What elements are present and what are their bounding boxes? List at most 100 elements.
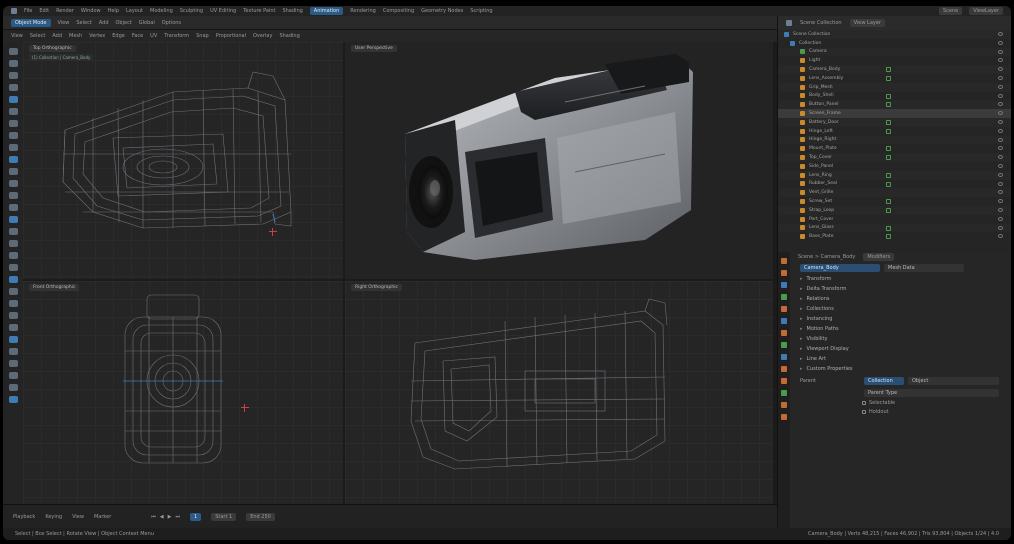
viewport-top-ortho[interactable]: Top Orthographic (1) Collection | Camera… — [23, 42, 343, 279]
parent-object-field[interactable]: Object — [908, 377, 999, 385]
current-frame-field[interactable]: 1 — [190, 512, 202, 521]
visibility-eye-icon[interactable] — [998, 216, 1003, 221]
visibility-eye-icon[interactable] — [998, 146, 1003, 151]
measure-icon[interactable] — [8, 132, 18, 139]
header-menu-item[interactable]: Options — [162, 20, 181, 26]
outliner-row[interactable]: Hinge_Left — [778, 127, 1011, 136]
visibility-eye-icon[interactable] — [998, 58, 1003, 63]
smooth-icon[interactable] — [8, 240, 18, 247]
properties-tab-label[interactable]: Modifiers — [863, 253, 895, 261]
visibility-eye-icon[interactable] — [998, 199, 1003, 204]
header-menu-item[interactable]: Select — [76, 20, 91, 26]
visibility-eye-icon[interactable] — [998, 137, 1003, 142]
visibility-eye-icon[interactable] — [998, 93, 1003, 98]
properties-section[interactable]: Line Art — [792, 354, 1007, 364]
outliner-row[interactable]: Mount_Plate — [778, 144, 1011, 153]
mode-menu-item[interactable]: Select — [30, 33, 45, 39]
outliner-row[interactable]: Hinge_Right — [778, 135, 1011, 145]
bevel-icon[interactable] — [8, 180, 18, 187]
pivot-icon[interactable] — [8, 360, 18, 367]
outliner-row[interactable]: Lens_Glass — [778, 223, 1011, 233]
menu-item[interactable]: Help — [108, 8, 119, 14]
outliner-row[interactable]: Collection — [778, 39, 1011, 48]
parent-type-field[interactable]: Parent Type — [864, 389, 999, 397]
menu-item[interactable]: UV Editing — [210, 8, 236, 14]
selectable-toggle[interactable]: Selectable — [792, 398, 1007, 407]
3d-cursor[interactable] — [269, 228, 277, 236]
menu-item[interactable]: Modeling — [150, 8, 173, 14]
outliner-row[interactable]: Button_Panel — [778, 100, 1011, 110]
outliner-row[interactable]: Body_Shell — [778, 92, 1011, 101]
snap-icon[interactable] — [8, 348, 18, 355]
mode-menu-item[interactable]: Edge — [112, 33, 125, 39]
header-menu-item[interactable]: Add — [99, 20, 109, 26]
data-tab-icon[interactable] — [781, 390, 787, 396]
outliner-row[interactable]: Screw_Set — [778, 197, 1011, 206]
properties-section[interactable]: Instancing — [792, 314, 1007, 324]
visibility-eye-icon[interactable] — [998, 163, 1003, 168]
3d-cursor[interactable] — [241, 404, 249, 412]
header-menu-item[interactable]: View — [58, 20, 70, 26]
light-icon[interactable] — [8, 384, 18, 391]
transform-icon[interactable] — [8, 108, 18, 115]
visibility-eye-icon[interactable] — [998, 84, 1003, 89]
shear-icon[interactable] — [8, 276, 18, 283]
view-layer-selector[interactable]: ViewLayer — [969, 7, 1003, 15]
object-data-field[interactable]: Mesh Data — [884, 264, 964, 272]
holdout-toggle[interactable]: Holdout — [792, 407, 1007, 416]
visibility-eye-icon[interactable] — [998, 75, 1003, 80]
menu-item[interactable]: Animation — [309, 7, 344, 15]
visibility-eye-icon[interactable] — [998, 155, 1003, 160]
cursor-icon[interactable] — [8, 60, 18, 67]
menu-item[interactable]: Sculpting — [180, 8, 203, 14]
outliner-row[interactable]: Lens_Ring — [778, 170, 1011, 180]
move-icon[interactable] — [8, 72, 18, 79]
properties-section[interactable]: Collections — [792, 304, 1007, 314]
menu-item[interactable]: Texture Paint — [243, 8, 275, 14]
loop-cut-icon[interactable] — [8, 192, 18, 199]
extrude-icon[interactable] — [8, 156, 18, 163]
outliner-row[interactable]: Vent_Grille — [778, 188, 1011, 198]
visibility-eye-icon[interactable] — [998, 32, 1003, 36]
outliner-row[interactable]: Top_Cover — [778, 153, 1011, 162]
timeline-menu-item[interactable]: Playback — [13, 514, 35, 520]
mode-menu-item[interactable]: Face — [132, 33, 143, 39]
menu-item[interactable]: Edit — [39, 8, 49, 14]
header-menu-item[interactable]: Object — [116, 20, 132, 26]
viewport-front-ortho[interactable]: Front Orthographic — [23, 281, 343, 504]
rip-icon[interactable] — [8, 288, 18, 295]
properties-section[interactable]: Viewport Display — [792, 344, 1007, 354]
outliner-row[interactable]: Camera — [778, 47, 1011, 57]
physics-tab-icon[interactable] — [781, 366, 787, 372]
tool-tab-icon[interactable] — [781, 258, 787, 264]
end-frame-field[interactable]: End 250 — [246, 512, 275, 521]
add-cube-icon[interactable] — [8, 144, 18, 151]
output-tab-icon[interactable] — [781, 282, 787, 288]
mode-menu-item[interactable]: Transform — [164, 33, 189, 39]
visibility-eye-icon[interactable] — [998, 111, 1003, 116]
texture-tab-icon[interactable] — [781, 414, 787, 420]
outliner-row[interactable]: Camera_Body — [778, 65, 1011, 74]
jump-end-icon[interactable]: ⏭ — [176, 514, 181, 520]
visibility-eye-icon[interactable] — [998, 234, 1003, 239]
menu-item[interactable]: Rendering — [350, 8, 376, 14]
start-frame-field[interactable]: Start 1 — [211, 512, 237, 521]
particles-tab-icon[interactable] — [781, 354, 787, 360]
outliner-row[interactable]: Strap_Loop — [778, 205, 1011, 215]
object-name-field[interactable]: Camera_Body — [800, 264, 880, 272]
shrink-icon[interactable] — [8, 264, 18, 271]
select-box-icon[interactable] — [8, 48, 18, 55]
timeline-menu-item[interactable]: Marker — [94, 514, 111, 520]
outliner-row[interactable]: Grip_Mesh — [778, 82, 1011, 92]
inset-icon[interactable] — [8, 168, 18, 175]
viewport-perspective[interactable]: User Perspective — [345, 42, 773, 279]
outliner-row[interactable]: Port_Cover — [778, 215, 1011, 224]
outliner-row[interactable]: Rubber_Seal — [778, 180, 1011, 189]
outliner-row[interactable]: Screen_Frame — [778, 109, 1011, 118]
view-layer-filter[interactable]: View Layer — [849, 19, 885, 27]
constraints-tab-icon[interactable] — [781, 378, 787, 384]
mode-menu-item[interactable]: View — [11, 33, 23, 39]
mode-menu-item[interactable]: Overlay — [253, 33, 272, 39]
visibility-eye-icon[interactable] — [998, 207, 1003, 212]
mode-menu-item[interactable]: Proportional — [216, 33, 246, 39]
